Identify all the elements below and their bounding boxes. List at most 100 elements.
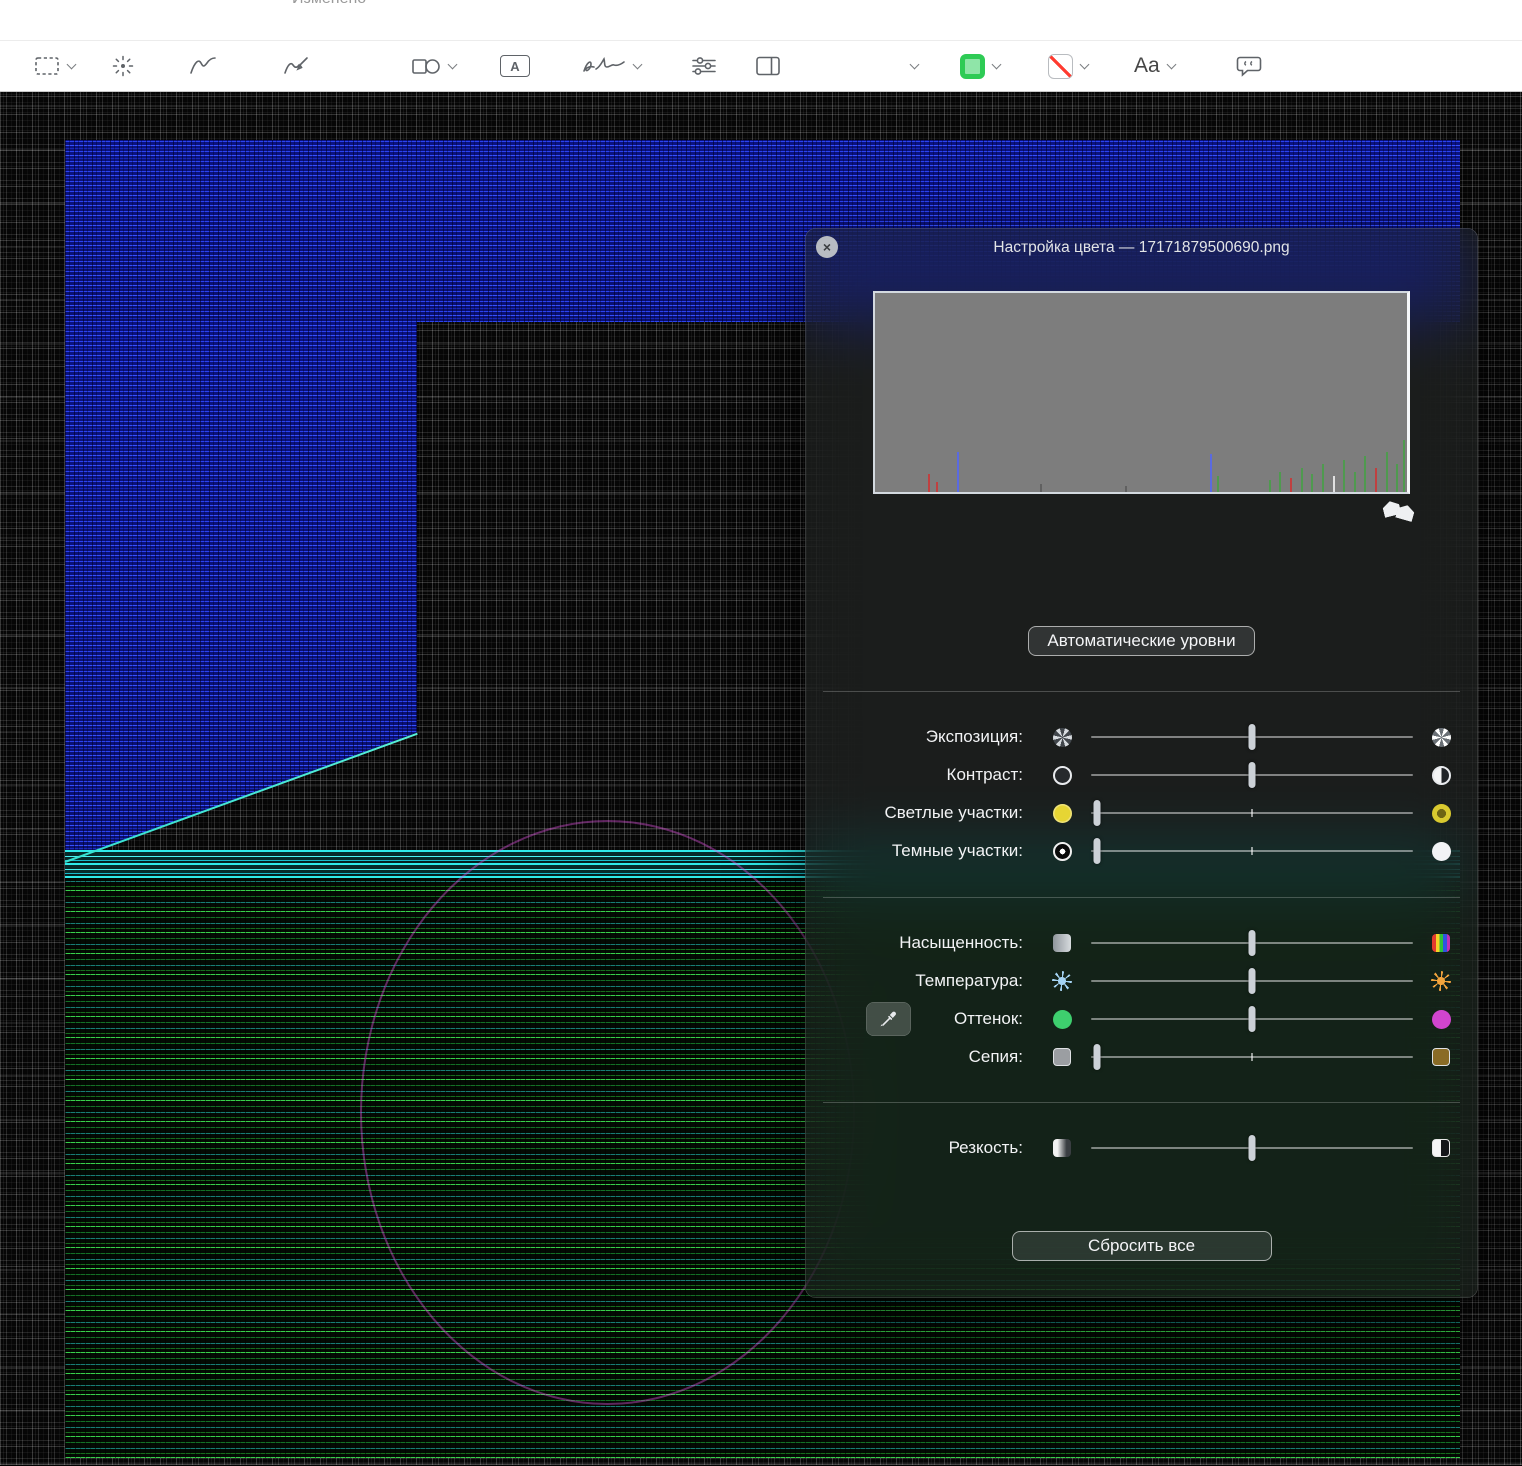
sharpness-slider[interactable] [1091, 1135, 1413, 1161]
chevron-down-icon [992, 59, 1002, 69]
glitch-circle-outline [360, 820, 855, 1405]
chevron-down-icon [1166, 59, 1176, 69]
modified-label: Изменено [292, 0, 366, 8]
sharpness-hard-icon [1430, 1137, 1452, 1159]
divider [823, 1102, 1460, 1103]
panel-header[interactable]: × Настройка цвета — 17171879500690.png [805, 228, 1478, 266]
text-style-button[interactable]: Aa [1130, 47, 1179, 85]
saturation-low-icon [1051, 932, 1073, 954]
signature-button[interactable] [578, 47, 645, 85]
saturation-high-icon [1430, 932, 1452, 954]
slider-label: Контраст: [805, 765, 1023, 785]
image-canvas: × Настройка цвета — 17171879500690.png А… [0, 92, 1522, 1465]
sepia-slider[interactable] [1091, 1044, 1413, 1070]
exposure-dim-icon [1051, 726, 1073, 748]
eyedropper-icon [878, 1008, 900, 1030]
highlights-low-icon [1051, 802, 1073, 824]
markup-toolbar: A Aa [0, 40, 1522, 92]
sketch-tool-button[interactable] [185, 47, 221, 85]
slider-row-temperature: Температура: [805, 962, 1478, 1000]
slider-row-saturation: Насыщенность: [805, 924, 1478, 962]
slider-handle[interactable] [1094, 838, 1101, 864]
shadows-high-icon [1430, 840, 1452, 862]
fill-color-button[interactable] [1044, 47, 1092, 85]
slider-handle[interactable] [1249, 762, 1256, 788]
shapes-icon [411, 55, 441, 77]
contrast-high-icon [1430, 764, 1452, 786]
instant-alpha-button[interactable] [107, 47, 139, 85]
text-box-icon: A [500, 55, 530, 77]
sepia-low-icon [1051, 1046, 1073, 1068]
annotation-button[interactable] [1231, 47, 1267, 85]
line-weight-button[interactable] [869, 47, 922, 85]
instant-alpha-icon [111, 54, 135, 78]
color-adjust-panel: × Настройка цвета — 17171879500690.png А… [805, 228, 1478, 1298]
slider-row-sharpness: Резкость: [805, 1129, 1478, 1167]
chevron-down-icon [633, 59, 643, 69]
chevron-down-icon [448, 59, 458, 69]
text-style-icon: Aa [1134, 54, 1160, 78]
sharpness-slider-group: Резкость: [805, 1129, 1478, 1167]
saturation-slider[interactable] [1091, 930, 1413, 956]
tint-slider[interactable] [1091, 1006, 1413, 1032]
text-tool-button[interactable]: A [496, 47, 534, 85]
slider-handle[interactable] [1249, 724, 1256, 750]
exposure-bright-icon [1430, 726, 1452, 748]
slider-handle[interactable] [1094, 800, 1101, 826]
contrast-slider[interactable] [1091, 762, 1413, 788]
fill-color-icon [1048, 54, 1073, 79]
temperature-warm-icon [1430, 970, 1452, 992]
slider-row-tint: Оттенок: [805, 1000, 1478, 1038]
window-titlebar[interactable]: Изменено [0, 0, 1522, 40]
tone-slider-group: Экспозиция: Контраст: Светлые участки: Т… [805, 718, 1478, 870]
slider-row-exposure: Экспозиция: [805, 718, 1478, 756]
adjust-color-button[interactable] [687, 47, 721, 85]
divider [823, 897, 1460, 898]
quote-bubble-icon [1235, 54, 1263, 78]
chevron-down-icon [67, 59, 77, 69]
temperature-cool-icon [1051, 970, 1073, 992]
histogram [873, 291, 1410, 494]
highlights-slider[interactable] [1091, 800, 1413, 826]
slider-row-contrast: Контраст: [805, 756, 1478, 794]
sketch-icon [189, 54, 217, 78]
slider-handle[interactable] [1094, 1044, 1101, 1070]
slider-label: Оттенок: [805, 1009, 1023, 1029]
exposure-slider[interactable] [1091, 724, 1413, 750]
sharpness-soft-icon [1051, 1137, 1073, 1159]
close-icon[interactable]: × [816, 236, 838, 258]
shadows-low-icon [1051, 840, 1073, 862]
slider-handle[interactable] [1249, 968, 1256, 994]
shadows-slider[interactable] [1091, 838, 1413, 864]
contrast-low-icon [1051, 764, 1073, 786]
slider-label: Экспозиция: [805, 727, 1023, 747]
line-weight-icon [873, 57, 903, 74]
border-color-button[interactable] [956, 47, 1004, 85]
slider-handle[interactable] [1249, 1135, 1256, 1161]
slider-label: Резкость: [805, 1138, 1023, 1158]
highlights-high-icon [1430, 802, 1452, 824]
color-slider-group: Насыщенность: Температура: Оттенок: [805, 924, 1478, 1076]
slider-handle[interactable] [1249, 930, 1256, 956]
slider-label: Насыщенность: [805, 933, 1023, 953]
selection-tool-icon [34, 55, 60, 77]
panel-title: Настройка цвета — 17171879500690.png [805, 228, 1478, 268]
slider-row-sepia: Сепия: [805, 1038, 1478, 1076]
slider-label: Светлые участки: [805, 803, 1023, 823]
slider-row-shadows: Темные участки: [805, 832, 1478, 870]
auto-levels-button[interactable]: Автоматические уровни [1028, 626, 1254, 656]
temperature-slider[interactable] [1091, 968, 1413, 994]
slider-handle[interactable] [1249, 1006, 1256, 1032]
frame-size-button[interactable] [751, 47, 785, 85]
slider-row-highlights: Светлые участки: [805, 794, 1478, 832]
reset-all-button[interactable]: Сбросить все [1012, 1231, 1272, 1261]
eyedropper-button[interactable] [866, 1002, 911, 1036]
tint-magenta-icon [1430, 1008, 1452, 1030]
draw-icon [283, 54, 311, 78]
slider-label: Сепия: [805, 1047, 1023, 1067]
chevron-down-icon [910, 59, 920, 69]
frame-icon [755, 55, 781, 77]
selection-tool-button[interactable] [30, 47, 79, 85]
draw-tool-button[interactable] [279, 47, 315, 85]
shapes-button[interactable] [407, 47, 460, 85]
